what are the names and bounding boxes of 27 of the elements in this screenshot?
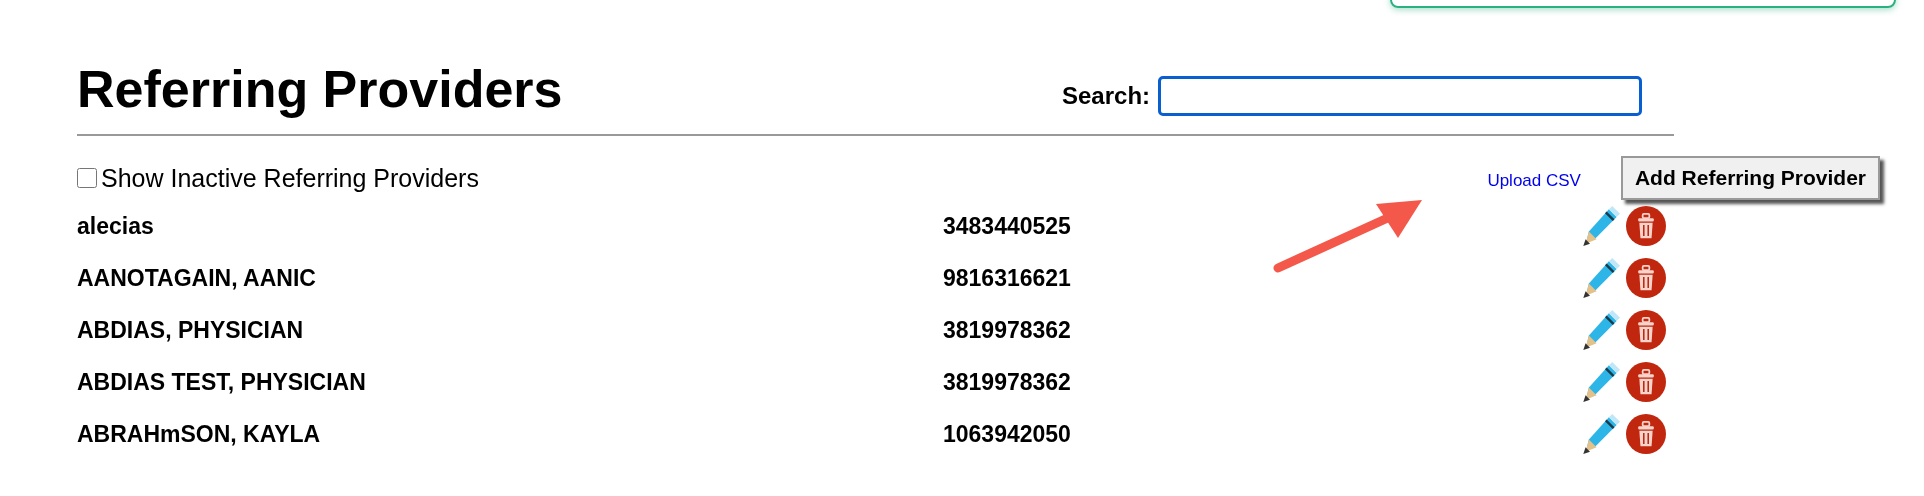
- trash-icon[interactable]: [1626, 362, 1666, 402]
- checkbox-label: Show Inactive Referring Providers: [101, 163, 479, 193]
- trash-icon[interactable]: [1626, 310, 1666, 350]
- provider-number: 1063942050: [943, 420, 1072, 448]
- provider-number: 3819978362: [943, 368, 1072, 396]
- provider-name: ABDIAS TEST, PHYSICIAN: [77, 368, 367, 396]
- pencil-icon[interactable]: [1580, 362, 1620, 402]
- provider-number: 9816316621: [943, 264, 1072, 292]
- provider-name: ABDIAS, PHYSICIAN: [77, 316, 305, 344]
- add-button[interactable]: Add Referring Provider: [1620, 156, 1880, 200]
- trash-icon[interactable]: [1626, 206, 1666, 246]
- trash-icon[interactable]: [1626, 258, 1666, 298]
- page-title: Referring Providers: [77, 59, 564, 120]
- upload-link[interactable]: Upload CSV: [1487, 171, 1581, 191]
- search-field[interactable]: [1158, 76, 1643, 116]
- provider-name: AANOTAGAIN, AANIC: [77, 264, 317, 292]
- pencil-icon[interactable]: [1580, 258, 1620, 298]
- provider-name: ABRAHmSON, KAYLA: [77, 420, 322, 448]
- provider-number: 3819978362: [943, 316, 1072, 344]
- search-label: Search:: [1062, 82, 1151, 110]
- pencil-icon[interactable]: [1580, 414, 1620, 454]
- pencil-icon[interactable]: [1580, 310, 1620, 350]
- trash-icon[interactable]: [1626, 414, 1666, 454]
- checkbox[interactable]: [77, 168, 97, 188]
- pencil-icon[interactable]: [1580, 206, 1620, 246]
- provider-name: alecias: [77, 212, 155, 240]
- provider-number: 3483440525: [943, 212, 1072, 240]
